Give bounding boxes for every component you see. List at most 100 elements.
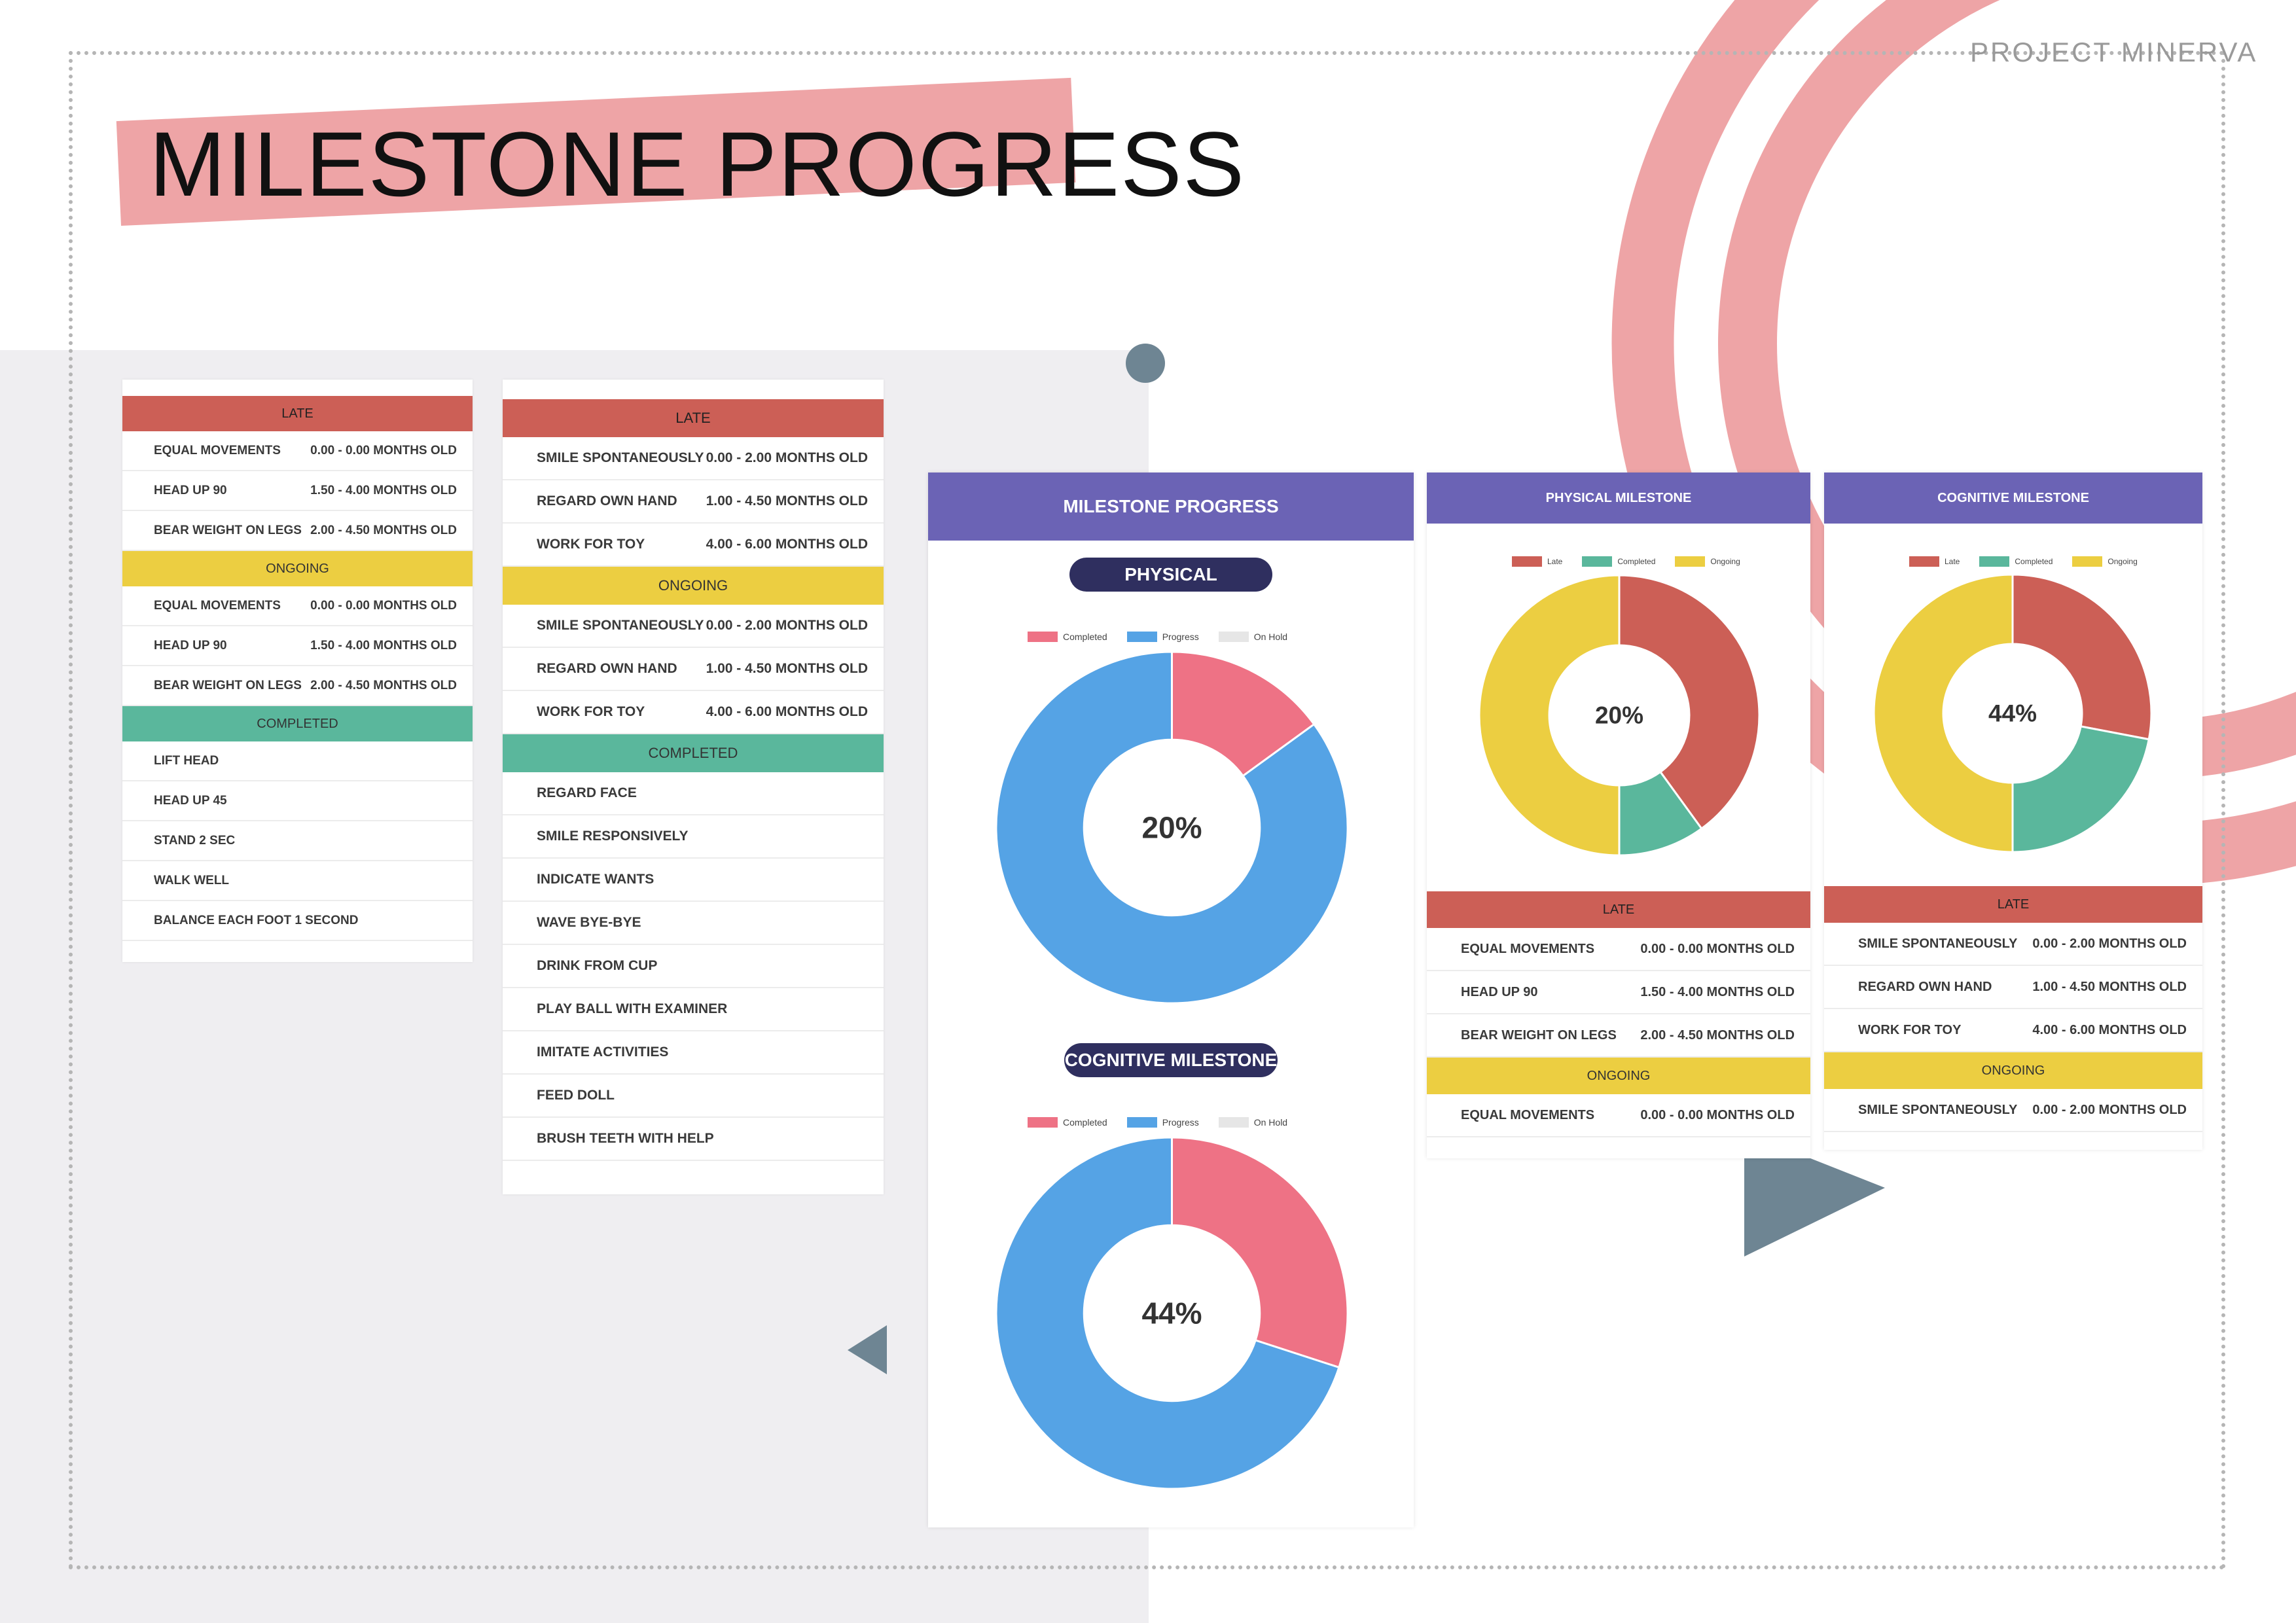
legend-item[interactable]: On Hold: [1218, 632, 1287, 642]
milestone-age-range: 0.00 - 0.00 MONTHS OLD: [310, 443, 457, 457]
milestone-age-range: 1.50 - 4.00 MONTHS OLD: [1640, 984, 1795, 999]
legend-item[interactable]: Late: [1512, 556, 1562, 567]
legend-item[interactable]: Progress: [1126, 1117, 1199, 1128]
milestone-row[interactable]: IMITATE ACTIVITIES: [503, 1031, 884, 1075]
legend-item[interactable]: Completed: [1028, 632, 1107, 642]
milestone-name: PLAY BALL WITH EXAMINER: [537, 1001, 728, 1016]
milestone-age-range: 2.00 - 4.50 MONTHS OLD: [310, 678, 457, 692]
milestone-row[interactable]: BALANCE EACH FOOT 1 SECOND: [122, 901, 473, 941]
milestone-name: WORK FOR TOY: [1858, 1022, 1962, 1037]
legend-swatch: [1126, 632, 1157, 642]
milestone-row[interactable]: WALK WELL: [122, 861, 473, 901]
screen-header: MILESTONE PROGRESS: [928, 473, 1414, 541]
legend-label: Ongoing: [2108, 557, 2138, 566]
milestone-name: SMILE SPONTANEOUSLY: [1858, 1102, 2018, 1117]
milestone-row[interactable]: HEAD UP 90 1.50 - 4.00 MONTHS OLD: [122, 626, 473, 666]
milestone-row[interactable]: WORK FOR TOY 4.00 - 6.00 MONTHS OLD: [503, 524, 884, 567]
milestone-name: EQUAL MOVEMENTS: [1461, 1107, 1595, 1122]
milestone-name: EQUAL MOVEMENTS: [1461, 941, 1595, 956]
cognitive-milestone-pill[interactable]: COGNITIVE MILESTONE: [1064, 1043, 1278, 1077]
cognitive-donut-chart: 44%: [995, 1136, 1349, 1490]
late-section-header: LATE: [1427, 891, 1810, 928]
legend-item[interactable]: Completed: [1979, 556, 2053, 567]
milestone-age-range: 0.00 - 0.00 MONTHS OLD: [1640, 1107, 1795, 1122]
legend-item[interactable]: Ongoing: [2072, 556, 2138, 567]
legend-swatch: [1028, 1117, 1058, 1128]
legend-item[interactable]: Completed: [1582, 556, 1655, 567]
milestone-row[interactable]: SMILE SPONTANEOUSLY 0.00 - 2.00 MONTHS OL…: [1824, 923, 2202, 966]
cognitive-milestone-screen: COGNITIVE MILESTONE Late Completed Ongoing…: [1824, 473, 2202, 1150]
physical-donut-chart: 20%: [995, 651, 1349, 1005]
milestone-row[interactable]: FEED DOLL: [503, 1075, 884, 1118]
milestone-name: BEAR WEIGHT ON LEGS: [154, 678, 302, 692]
cognitive-milestone-table: LATE SMILE SPONTANEOUSLY 0.00 - 2.00 MONTH…: [503, 380, 884, 1194]
completed-section-header: COMPLETED: [122, 706, 473, 741]
late-section-header: LATE: [1824, 886, 2202, 923]
milestone-row[interactable]: BEAR WEIGHT ON LEGS 2.00 - 4.50 MONTHS OL…: [122, 666, 473, 706]
legend-item[interactable]: Late: [1909, 556, 1960, 567]
milestone-row[interactable]: EQUAL MOVEMENTS 0.00 - 0.00 MONTHS OLD: [1427, 928, 1810, 971]
milestone-row[interactable]: HEAD UP 90 1.50 - 4.00 MONTHS OLD: [1427, 971, 1810, 1014]
milestone-row[interactable]: LIFT HEAD: [122, 741, 473, 781]
legend-item[interactable]: Completed: [1028, 1117, 1107, 1128]
late-section-header: LATE: [122, 396, 473, 431]
milestone-row[interactable]: SMILE SPONTANEOUSLY 0.00 - 2.00 MONTHS OL…: [503, 605, 884, 648]
milestone-name: HEAD UP 45: [154, 793, 227, 808]
donut-slice-completed[interactable]: [1171, 1136, 1349, 1369]
milestone-row[interactable]: DRINK FROM CUP: [503, 945, 884, 988]
donut-center-percentage: 20%: [1141, 811, 1202, 845]
milestone-name: WAVE BYE-BYE: [537, 915, 641, 930]
milestone-age-range: 0.00 - 2.00 MONTHS OLD: [2032, 936, 2187, 951]
legend-swatch: [1028, 632, 1058, 642]
milestone-row[interactable]: SMILE SPONTANEOUSLY 0.00 - 2.00 MONTHS OL…: [503, 437, 884, 480]
page-title: MILESTONE PROGRESS: [149, 113, 1246, 215]
donut-slice-completed[interactable]: [2011, 725, 2151, 853]
milestone-row[interactable]: REGARD OWN HAND 1.00 - 4.50 MONTHS OLD: [503, 480, 884, 524]
ongoing-section-header: ONGOING: [1824, 1052, 2202, 1089]
ongoing-section-header: ONGOING: [1427, 1058, 1810, 1094]
milestone-age-range: 0.00 - 2.00 MONTHS OLD: [2032, 1102, 2187, 1117]
milestone-name: IMITATE ACTIVITIES: [537, 1044, 669, 1060]
legend-item[interactable]: Progress: [1126, 632, 1199, 642]
legend-swatch: [1126, 1117, 1157, 1128]
milestone-age-range: 0.00 - 2.00 MONTHS OLD: [706, 618, 868, 633]
milestone-row[interactable]: WORK FOR TOY 4.00 - 6.00 MONTHS OLD: [1824, 1009, 2202, 1052]
physical-milestone-pill[interactable]: PHYSICAL MILESTONE: [1069, 558, 1272, 618]
brand-label: PROJECT MINERVA: [1970, 37, 2258, 67]
milestone-row[interactable]: BEAR WEIGHT ON LEGS 2.00 - 4.50 MONTHS OL…: [122, 511, 473, 551]
milestone-row[interactable]: BEAR WEIGHT ON LEGS 2.00 - 4.50 MONTHS OL…: [1427, 1014, 1810, 1058]
milestone-row[interactable]: HEAD UP 45: [122, 781, 473, 821]
legend-label: Late: [1945, 557, 1960, 566]
legend-label: Progress: [1162, 1117, 1199, 1128]
milestone-row[interactable]: PLAY BALL WITH EXAMINER: [503, 988, 884, 1031]
milestone-name: SMILE SPONTANEOUSLY: [1858, 936, 2018, 951]
cognitive-donut-chart: 44%: [1873, 573, 2153, 853]
milestone-row[interactable]: WORK FOR TOY 4.00 - 6.00 MONTHS OLD: [503, 691, 884, 734]
milestone-name: BALANCE EACH FOOT 1 SECOND: [154, 913, 359, 927]
milestone-row[interactable]: SMILE RESPONSIVELY: [503, 815, 884, 859]
milestone-age-range: 1.50 - 4.00 MONTHS OLD: [310, 638, 457, 652]
legend-item[interactable]: On Hold: [1218, 1117, 1287, 1128]
chart-legend: Completed Progress On Hold: [1028, 632, 1307, 642]
donut-center-percentage: 44%: [1141, 1296, 1202, 1330]
milestone-row[interactable]: HEAD UP 90 1.50 - 4.00 MONTHS OLD: [122, 471, 473, 511]
milestone-row[interactable]: EQUAL MOVEMENTS 0.00 - 0.00 MONTHS OLD: [122, 431, 473, 471]
milestone-row[interactable]: EQUAL MOVEMENTS 0.00 - 0.00 MONTHS OLD: [1427, 1094, 1810, 1137]
milestone-row[interactable]: WAVE BYE-BYE: [503, 902, 884, 945]
milestone-row[interactable]: REGARD FACE: [503, 772, 884, 815]
legend-item[interactable]: Ongoing: [1675, 556, 1740, 567]
legend-label: Completed: [2015, 557, 2053, 566]
milestone-name: SMILE SPONTANEOUSLY: [537, 618, 704, 633]
milestone-row[interactable]: STAND 2 SEC: [122, 821, 473, 861]
milestone-name: BEAR WEIGHT ON LEGS: [154, 523, 302, 537]
milestone-row[interactable]: EQUAL MOVEMENTS 0.00 - 0.00 MONTHS OLD: [122, 586, 473, 626]
milestone-name: STAND 2 SEC: [154, 833, 236, 847]
milestone-row[interactable]: SMILE SPONTANEOUSLY 0.00 - 2.00 MONTHS OL…: [1824, 1089, 2202, 1132]
milestone-age-range: 0.00 - 0.00 MONTHS OLD: [310, 598, 457, 613]
milestone-row[interactable]: REGARD OWN HAND 1.00 - 4.50 MONTHS OLD: [1824, 966, 2202, 1009]
milestone-row[interactable]: INDICATE WANTS: [503, 859, 884, 902]
milestone-row[interactable]: BRUSH TEETH WITH HELP: [503, 1118, 884, 1161]
milestone-row[interactable]: REGARD OWN HAND 1.00 - 4.50 MONTHS OLD: [503, 648, 884, 691]
milestone-name: REGARD OWN HAND: [1858, 979, 1992, 994]
legend-label: Ongoing: [1710, 557, 1740, 566]
